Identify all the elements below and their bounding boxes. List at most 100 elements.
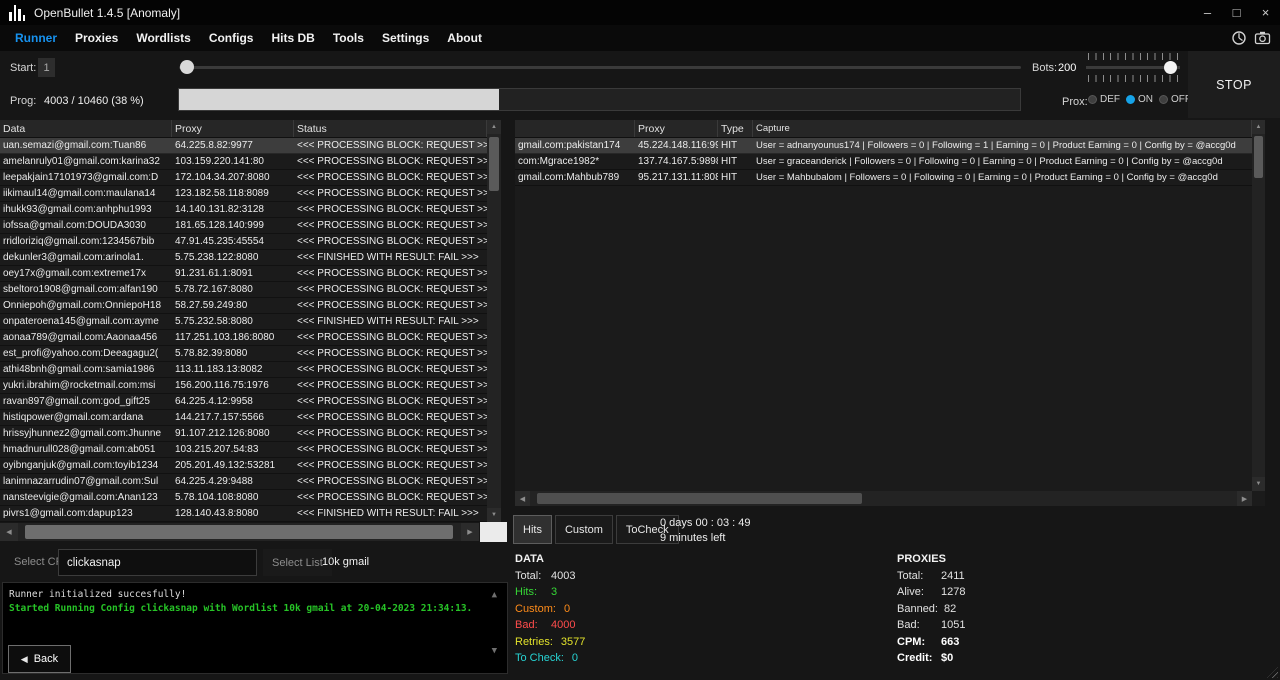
runner-row[interactable]: oyibnganjuk@gmail.com:toyib1234 205.201.…	[0, 458, 487, 474]
runner-row[interactable]: leepakjain17101973@gmail.com:D 172.104.3…	[0, 170, 487, 186]
row-status-cell: <<< FINISHED WITH RESULT: FAIL >>>	[294, 316, 487, 327]
runner-row[interactable]: uan.semazi@gmail.com:Tuan86 64.225.8.82:…	[0, 138, 487, 154]
proxy-mode-option[interactable]: DEF	[1088, 94, 1120, 105]
stat-line: Bad: 4000	[515, 617, 585, 634]
data-stats: DATA Total: 4003 Hits: 3 Custom: 0	[515, 551, 585, 667]
runner-row[interactable]: lanimnazarrudin07@gmail.com:Sul 64.225.4…	[0, 474, 487, 490]
runner-row[interactable]: athi48bnh@gmail.com:samia1986 113.11.183…	[0, 362, 487, 378]
app-logo-icon	[9, 4, 25, 21]
maximize-button[interactable]: □	[1222, 0, 1251, 25]
resize-grip[interactable]	[1267, 667, 1278, 678]
config-input[interactable]	[58, 549, 257, 576]
hits-grid-vscrollbar[interactable]: ▲ ▼	[1252, 120, 1265, 491]
menu-item[interactable]: Tools	[324, 25, 373, 51]
close-button[interactable]: ×	[1251, 0, 1280, 25]
column-header-status[interactable]: Status	[294, 120, 487, 137]
scroll-down-icon[interactable]: ▼	[487, 508, 501, 522]
row-data-cell: nansteevigie@gmail.com:Anan123	[0, 492, 172, 503]
column-header-proxy[interactable]: Proxy	[635, 120, 718, 137]
menu-item[interactable]: Configs	[200, 25, 263, 51]
runner-row[interactable]: sbeltoro1908@gmail.com:alfan190 5.78.72.…	[0, 282, 487, 298]
minimize-button[interactable]: –	[1193, 0, 1222, 25]
scroll-down-icon[interactable]: ▼	[492, 644, 497, 658]
stat-value: 0	[564, 601, 570, 618]
scroll-down-icon[interactable]: ▼	[1252, 477, 1265, 491]
column-header-type[interactable]: Type	[718, 120, 753, 137]
scrollbar-thumb[interactable]	[1254, 136, 1263, 178]
screenshot-camera-icon[interactable]	[1254, 30, 1271, 46]
runner-row[interactable]: ihukk93@gmail.com:anhphu1993 14.140.131.…	[0, 202, 487, 218]
runner-row[interactable]: amelanruly01@gmail.com:karina32 103.159.…	[0, 154, 487, 170]
column-header-data[interactable]	[515, 120, 635, 137]
start-slider-handle[interactable]	[180, 60, 194, 74]
scroll-up-icon[interactable]: ▲	[487, 120, 501, 134]
runner-row[interactable]: iikimaul14@gmail.com:maulana14 123.182.5…	[0, 186, 487, 202]
runner-row[interactable]: aonaa789@gmail.com:Aaonaa456 117.251.103…	[0, 330, 487, 346]
stat-line: Total: 2411	[897, 568, 965, 585]
menu-item[interactable]: Wordlists	[127, 25, 199, 51]
runner-row[interactable]: hmadnurull028@gmail.com:ab051 103.215.20…	[0, 442, 487, 458]
stats-gauge-icon[interactable]	[1231, 30, 1247, 46]
stop-button[interactable]: STOP	[1188, 51, 1280, 118]
runner-grid-hscrollbar[interactable]: ◀ ▶	[0, 523, 479, 541]
hits-grid-hscrollbar[interactable]: ◀ ▶	[515, 491, 1252, 506]
runner-row[interactable]: hrissyjhunnez2@gmail.com:Jhunne 91.107.2…	[0, 426, 487, 442]
scrollbar-thumb[interactable]	[25, 525, 453, 539]
menu-item[interactable]: Hits DB	[262, 25, 323, 51]
progress-fill	[179, 89, 499, 110]
menu-item[interactable]: About	[438, 25, 491, 51]
scroll-left-icon[interactable]: ◀	[515, 491, 530, 506]
stat-label: Banned:	[897, 601, 944, 618]
runner-row[interactable]: dekunler3@gmail.com:arinola1. 5.75.238.1…	[0, 250, 487, 266]
scrollbar-thumb[interactable]	[537, 493, 862, 504]
runner-grid-vscrollbar[interactable]: ▲ ▼	[487, 120, 501, 522]
menu-item[interactable]: Proxies	[66, 25, 127, 51]
hit-row[interactable]: com:Mgrace1982* 137.74.167.5:9898 HIT Us…	[515, 154, 1252, 170]
row-status-cell: <<< PROCESSING BLOCK: REQUEST >>>	[294, 300, 487, 311]
menu-item[interactable]: Settings	[373, 25, 438, 51]
menu-item[interactable]: Runner	[6, 25, 66, 51]
stat-value: 4000	[551, 617, 575, 634]
proxy-mode-option[interactable]: OFF	[1159, 94, 1191, 105]
radio-dot-icon	[1159, 95, 1168, 104]
row-data-cell: lanimnazarrudin07@gmail.com:Sul	[0, 476, 172, 487]
window-title: OpenBullet 1.4.5 [Anomaly]	[34, 6, 180, 20]
tab[interactable]: Custom	[555, 515, 613, 544]
row-data-cell: hrissyjhunnez2@gmail.com:Jhunne	[0, 428, 172, 439]
scroll-right-icon[interactable]: ▶	[1237, 491, 1252, 506]
runner-row[interactable]: pivrs1@gmail.com:dapup123 128.140.43.8:8…	[0, 506, 487, 522]
start-input[interactable]	[38, 58, 55, 77]
start-slider[interactable]	[179, 66, 1021, 69]
runner-row[interactable]: onpateroena145@gmail.com:ayme 5.75.232.5…	[0, 314, 487, 330]
proxy-mode-option[interactable]: ON	[1126, 94, 1153, 105]
scrollbar-thumb[interactable]	[489, 137, 499, 191]
progress-label: Prog:	[10, 95, 36, 107]
tab[interactable]: Hits	[513, 515, 552, 544]
stat-label: Hits:	[515, 584, 551, 601]
row-type-cell: HIT	[718, 140, 753, 151]
bots-slider[interactable]	[1086, 53, 1180, 82]
hit-row[interactable]: gmail.com:pakistan174 45.224.148.116:999…	[515, 138, 1252, 154]
runner-row[interactable]: ravan897@gmail.com:god_gift25 64.225.4.1…	[0, 394, 487, 410]
column-header-proxy[interactable]: Proxy	[172, 120, 294, 137]
scroll-up-icon[interactable]: ▲	[1252, 120, 1265, 134]
runner-row[interactable]: yukri.ibrahim@rocketmail.com:msi 156.200…	[0, 378, 487, 394]
runner-row[interactable]: oey17x@gmail.com:extreme17x 91.231.61.1:…	[0, 266, 487, 282]
runner-row[interactable]: est_profi@yahoo.com:Deeagagu2( 5.78.82.3…	[0, 346, 487, 362]
back-button[interactable]: ◀ Back	[8, 645, 71, 673]
scroll-left-icon[interactable]: ◀	[0, 523, 18, 541]
column-header-data[interactable]: Data	[0, 120, 172, 137]
column-header-capture[interactable]: Capture	[753, 120, 1252, 137]
runner-row[interactable]: iofssa@gmail.com:DOUDA3030 181.65.128.14…	[0, 218, 487, 234]
scroll-right-icon[interactable]: ▶	[461, 523, 479, 541]
hit-row[interactable]: gmail.com:Mahbub789 95.217.131.11:8080 H…	[515, 170, 1252, 186]
runner-row[interactable]: Onniepoh@gmail.com:OnniepoH18 58.27.59.2…	[0, 298, 487, 314]
row-status-cell: <<< PROCESSING BLOCK: REQUEST >>>	[294, 444, 487, 455]
proxy-mode-option-label: DEF	[1100, 94, 1120, 105]
bots-slider-handle[interactable]	[1164, 61, 1177, 74]
runner-row[interactable]: nansteevigie@gmail.com:Anan123 5.78.104.…	[0, 490, 487, 506]
scroll-up-icon[interactable]: ▲	[492, 588, 497, 602]
row-status-cell: <<< PROCESSING BLOCK: REQUEST >>>	[294, 492, 487, 503]
runner-row[interactable]: histiqpower@gmail.com:ardana 144.217.7.1…	[0, 410, 487, 426]
runner-row[interactable]: rridloriziq@gmail.com:1234567bib 47.91.4…	[0, 234, 487, 250]
